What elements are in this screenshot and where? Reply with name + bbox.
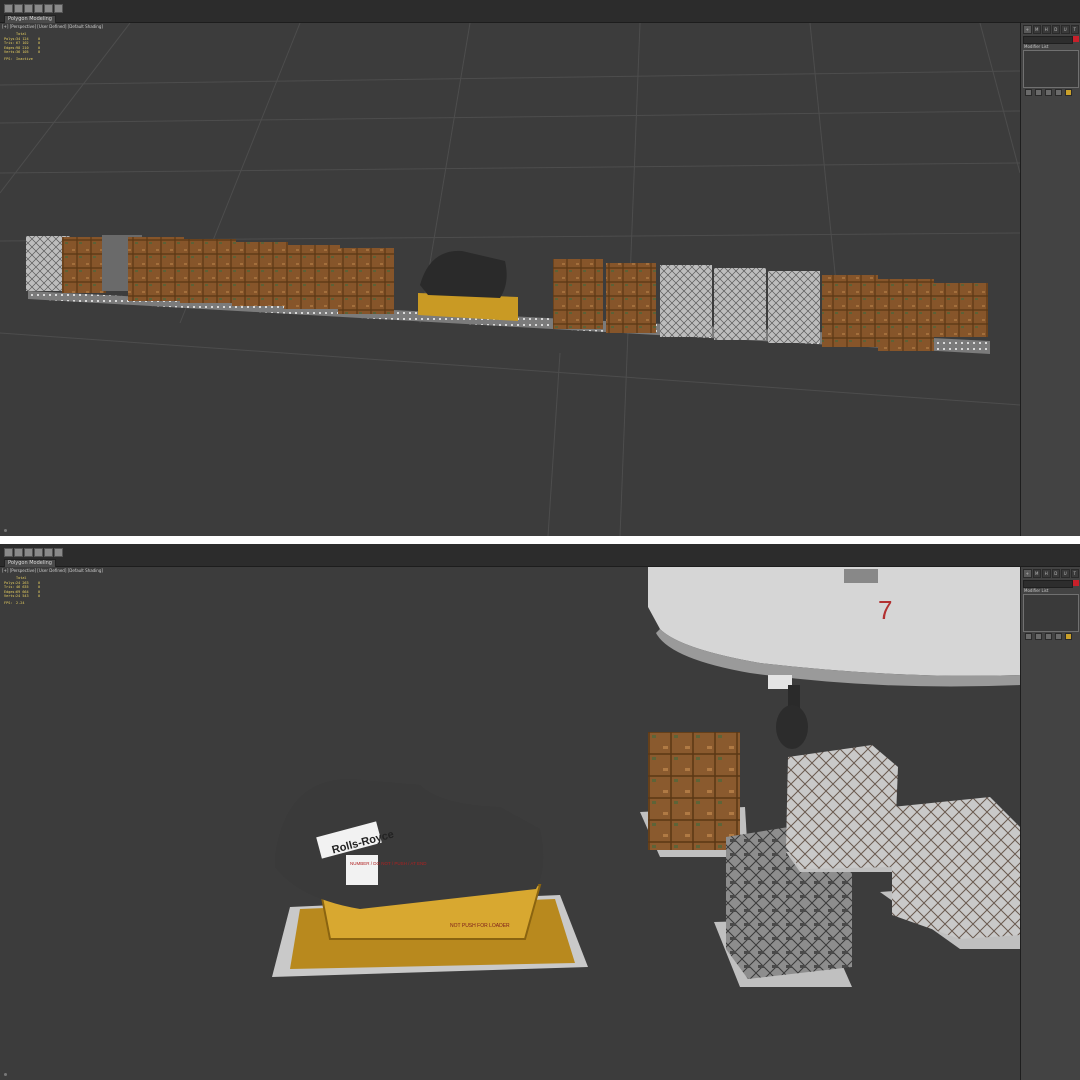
viewport-corner-dot (4, 529, 7, 532)
brown-crate (232, 242, 288, 306)
viewport-label[interactable]: [+] [Perspective] [User Defined] [Defaul… (2, 568, 103, 573)
brown-crate (648, 732, 740, 850)
object-color-swatch[interactable] (1073, 36, 1079, 42)
net-crate (768, 271, 820, 343)
fps-row: FPS: Inactive (4, 56, 33, 61)
brown-crate (934, 283, 988, 337)
select-tool-icon[interactable] (4, 548, 13, 557)
landing-gear-wheel (776, 705, 808, 749)
net-crate (714, 268, 766, 340)
modifier-list-label[interactable]: Modifier List (1024, 588, 1048, 593)
net-crate (660, 265, 712, 337)
rotate-tool-icon[interactable] (24, 4, 33, 13)
scene-statistics: Total Polys: 34 124 0 Tris: 67 102 0 Edges: 9… (4, 32, 44, 62)
tab-utilities[interactable]: T (1070, 569, 1079, 578)
brown-crate (62, 237, 106, 293)
scale-tool-icon[interactable] (34, 4, 43, 13)
tab-motion[interactable]: D (1051, 25, 1060, 34)
modifier-stack[interactable] (1023, 50, 1079, 88)
brown-crate (284, 245, 340, 309)
scene-statistics: Total Polys: 24 263 0 Tris: 46 635 0 Edges: 6… (4, 576, 44, 606)
tab-display[interactable]: U (1061, 569, 1070, 578)
select-tool-icon[interactable] (4, 4, 13, 13)
scene-bottom: 7 Rolls-Royce NUMBER / DO NOT / PUSH / A… (272, 567, 1020, 987)
configure-sets-icon[interactable] (1065, 633, 1072, 640)
command-panel: + M H D U T Modifier List (1020, 23, 1080, 536)
tab-utilities[interactable]: T (1070, 25, 1079, 34)
tab-motion[interactable]: D (1051, 569, 1060, 578)
perspective-viewport[interactable]: [+] [Perspective] [User Defined] [Defaul… (0, 23, 1020, 536)
tab-display[interactable]: U (1061, 25, 1070, 34)
tab-modify[interactable]: M (1032, 25, 1041, 34)
scene-top (0, 23, 1020, 536)
tab-hierarchy[interactable]: H (1042, 25, 1051, 34)
brown-crate (180, 239, 236, 303)
engine-cover (420, 250, 507, 298)
command-panel-tabs: + M H D U T (1023, 569, 1079, 578)
snap-tool-icon[interactable] (54, 4, 63, 13)
show-end-result-icon[interactable] (1035, 89, 1042, 96)
scale-tool-icon[interactable] (34, 548, 43, 557)
viewport-corner-dot (4, 1073, 7, 1076)
fps-row: FPS: 2.24 (4, 600, 25, 605)
show-end-result-icon[interactable] (1035, 633, 1042, 640)
viewport-label[interactable]: [+] [Perspective] [User Defined] [Defaul… (2, 24, 103, 29)
viewport-panel-bottom: Polygon Modeling 7 Rolls-Royce NUMBER / … (0, 544, 1080, 1080)
crates-row (26, 235, 988, 351)
main-toolbar: Polygon Modeling (0, 0, 1080, 24)
tab-hierarchy[interactable]: H (1042, 569, 1051, 578)
make-unique-icon[interactable] (1045, 633, 1052, 640)
snap-tool-icon[interactable] (54, 548, 63, 557)
viewport-panel-top: Polygon Modeling [+] [Perspective] [User… (0, 0, 1080, 536)
tab-create[interactable]: + (1023, 25, 1032, 34)
link-tool-icon[interactable] (44, 4, 53, 13)
aircraft-fuselage: 7 (648, 567, 1020, 749)
modifier-stack[interactable] (1023, 594, 1079, 632)
stats-row: Verts: 24 543 0 (4, 594, 41, 599)
modifier-list-label[interactable]: Modifier List (1024, 44, 1048, 49)
cargo-crates (640, 732, 1020, 987)
brown-crate (878, 279, 934, 351)
object-name-field[interactable] (1023, 36, 1073, 44)
engine-base-text: NOT PUSH FOR LOADER (450, 923, 510, 929)
command-panel-tabs: + M H D U T (1023, 25, 1079, 34)
stats-row: Verts: 36 105 0 (4, 50, 41, 55)
configure-sets-icon[interactable] (1065, 89, 1072, 96)
remove-modifier-icon[interactable] (1055, 89, 1062, 96)
pin-stack-icon[interactable] (1025, 633, 1032, 640)
engine-assembly: Rolls-Royce NUMBER / DO NOT / PUSH / AT … (272, 779, 588, 977)
object-color-swatch[interactable] (1073, 580, 1079, 586)
engine-warning-text: NUMBER / DO NOT / PUSH / AT END (350, 861, 427, 866)
main-toolbar: Polygon Modeling (0, 544, 1080, 568)
pin-stack-icon[interactable] (1025, 89, 1032, 96)
move-tool-icon[interactable] (14, 548, 23, 557)
fuselage-hatch (844, 569, 878, 583)
brown-crate (606, 263, 656, 333)
tab-modify[interactable]: M (1032, 569, 1041, 578)
net-crate (892, 797, 1020, 939)
tab-create[interactable]: + (1023, 569, 1032, 578)
make-unique-icon[interactable] (1045, 89, 1052, 96)
command-panel: + M H D U T Modifier List (1020, 567, 1080, 1080)
brown-crate (822, 275, 878, 347)
brown-crate (128, 237, 184, 301)
perspective-viewport[interactable]: 7 Rolls-Royce NUMBER / DO NOT / PUSH / A… (0, 567, 1020, 1080)
move-tool-icon[interactable] (14, 4, 23, 13)
remove-modifier-icon[interactable] (1055, 633, 1062, 640)
net-crate (786, 745, 898, 869)
link-tool-icon[interactable] (44, 548, 53, 557)
rotate-tool-icon[interactable] (24, 548, 33, 557)
fuselage-number: 7 (878, 595, 892, 625)
brown-crate (338, 248, 394, 314)
brown-crate (553, 259, 603, 329)
engine-warning-label (346, 855, 378, 885)
object-name-field[interactable] (1023, 580, 1073, 588)
engine-cover (275, 779, 544, 909)
